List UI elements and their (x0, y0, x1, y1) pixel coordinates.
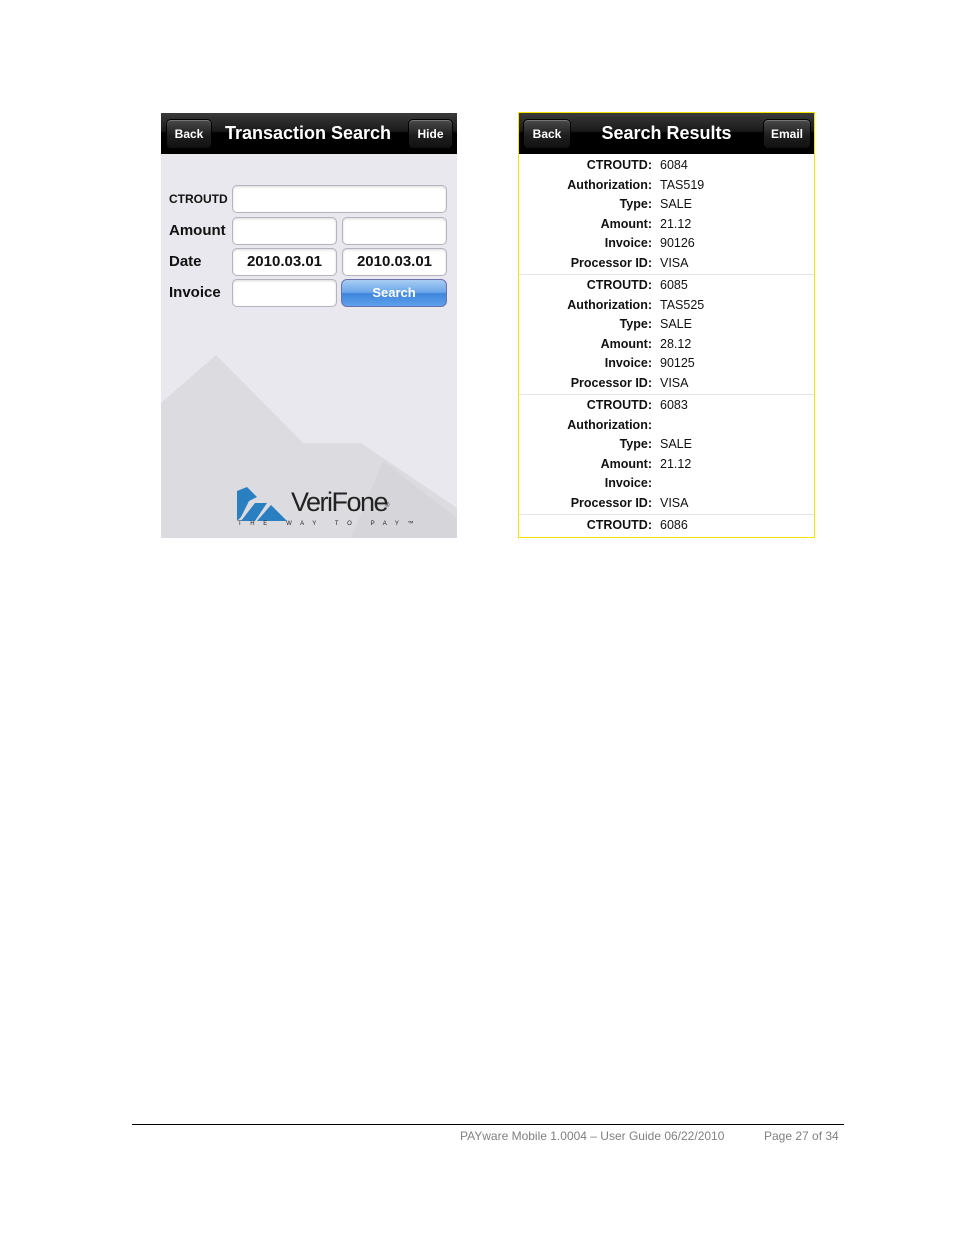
transaction-search-screen: Back Transaction Search Hide CTROUTD Amo… (161, 113, 457, 538)
invoice-input[interactable] (232, 279, 337, 307)
footer-doc-title: PAYware Mobile 1.0004 – User Guide 06/22… (460, 1129, 725, 1143)
search-results-screen: Back Search Results Email CTROUTD: 6084 Au… (518, 112, 815, 538)
ctroutd-input[interactable] (232, 185, 447, 213)
logo-tagline: THE WAY TO PAY™ (238, 521, 423, 527)
field-value: VISA (660, 255, 689, 270)
field-label: Amount: (600, 216, 652, 231)
field-value: 6083 (660, 398, 688, 412)
field-value: VISA (660, 495, 689, 510)
result-item[interactable]: CTROUTD: 6085 Authorization: TAS525 Type: SAL… (519, 275, 814, 395)
result-field-processor-id: Processor ID: VISA (519, 494, 814, 514)
field-label: CTROUTD: (586, 518, 652, 532)
back-button[interactable]: Back (523, 119, 571, 149)
field-label: Processor ID: (570, 375, 652, 390)
result-item[interactable]: CTROUTD: 6084 Authorization: TAS519 Type: SAL… (519, 155, 814, 275)
amount-label: Amount (169, 222, 226, 239)
field-value: 21.12 (660, 216, 692, 231)
field-label: Invoice: (604, 236, 652, 250)
result-field-invoice: Invoice: (519, 474, 814, 494)
field-label: Amount: (600, 456, 652, 471)
invoice-label: Invoice (169, 284, 221, 301)
date-from-input[interactable]: 2010.03.01 (232, 248, 337, 276)
result-field-authorization: Authorization: TAS519 (519, 176, 814, 196)
result-field-ctroutd: CTROUTD: 6085 (519, 276, 814, 296)
field-value: SALE (660, 317, 692, 331)
result-field-processor-id: Processor ID: VISA (519, 374, 814, 394)
verifone-logo-icon (237, 487, 287, 521)
field-label: CTROUTD: (586, 278, 652, 292)
result-field-amount: Amount: 21.12 (519, 455, 814, 475)
field-label: Invoice: (604, 476, 652, 490)
amount-row: Amount (161, 217, 457, 245)
result-field-amount: Amount: 28.12 (519, 335, 814, 355)
date-to-input[interactable]: 2010.03.01 (342, 248, 447, 276)
background-watermark (161, 355, 457, 538)
result-field-invoice: Invoice: 90125 (519, 354, 814, 374)
field-label: Type: (619, 317, 652, 331)
result-field-authorization: Authorization: TAS525 (519, 296, 814, 316)
result-field-invoice: Invoice: 90126 (519, 234, 814, 254)
field-value: 6086 (660, 518, 688, 532)
field-label: Type: (619, 437, 652, 451)
invoice-row: Invoice Search (161, 279, 457, 307)
ctroutd-row: CTROUTD (161, 185, 457, 213)
field-value: VISA (660, 375, 689, 390)
back-button[interactable]: Back (166, 119, 212, 149)
result-field-type: Type: SALE (519, 195, 814, 215)
field-value: 90125 (660, 356, 695, 370)
field-label: CTROUTD: (586, 398, 652, 412)
result-field-processor-id: Processor ID: VISA (519, 254, 814, 274)
field-label: CTROUTD: (586, 158, 652, 172)
field-label: Processor ID: (570, 255, 652, 270)
hide-button[interactable]: Hide (408, 119, 453, 149)
field-value: 28.12 (660, 336, 692, 351)
date-label: Date (169, 253, 202, 270)
result-item[interactable]: CTROUTD: 6086 (519, 515, 814, 537)
amount-to-input[interactable] (342, 217, 447, 245)
field-value: SALE (660, 437, 692, 451)
footer-page-number: Page 27 of 34 (764, 1129, 839, 1143)
logo-brand-text: VeriFone (291, 487, 389, 517)
field-value: SALE (660, 197, 692, 211)
amount-from-input[interactable] (232, 217, 337, 245)
field-value: 90126 (660, 236, 695, 250)
navigation-bar: Back Search Results Email (519, 113, 814, 154)
result-field-authorization: Authorization: (519, 416, 814, 436)
date-row: Date 2010.03.01 2010.03.01 (161, 248, 457, 276)
result-field-type: Type: SALE (519, 435, 814, 455)
ctroutd-label: CTROUTD (169, 192, 228, 206)
screen-title: Transaction Search (224, 123, 392, 143)
field-label: Processor ID: (570, 495, 652, 510)
result-field-ctroutd: CTROUTD: 6084 (519, 156, 814, 176)
field-label: Authorization: (567, 177, 652, 192)
field-label: Invoice: (604, 356, 652, 370)
search-button[interactable]: Search (341, 279, 447, 307)
field-value: TAS519 (660, 177, 705, 192)
field-label: Authorization: (567, 417, 652, 432)
result-field-type: Type: SALE (519, 315, 814, 335)
screen-title: Search Results (601, 123, 732, 143)
registered-mark: ® (385, 503, 390, 509)
field-label: Type: (619, 197, 652, 211)
field-value: TAS525 (660, 297, 705, 312)
navigation-bar: Back Transaction Search Hide (161, 113, 457, 154)
field-label: Authorization: (567, 297, 652, 312)
field-value: 6084 (660, 158, 688, 172)
field-label: Amount: (600, 336, 652, 351)
verifone-logo: VeriFone ® THE WAY TO PAY™ (237, 485, 414, 533)
email-button[interactable]: Email (763, 119, 811, 149)
footer-divider (132, 1124, 844, 1125)
result-field-amount: Amount: 21.12 (519, 215, 814, 235)
result-field-ctroutd: CTROUTD: 6083 (519, 396, 814, 416)
result-item[interactable]: CTROUTD: 6083 Authorization: Type: SALE Amoun… (519, 395, 814, 515)
result-field-ctroutd: CTROUTD: 6086 (519, 516, 814, 536)
field-value: 21.12 (660, 456, 692, 471)
field-value: 6085 (660, 278, 688, 292)
